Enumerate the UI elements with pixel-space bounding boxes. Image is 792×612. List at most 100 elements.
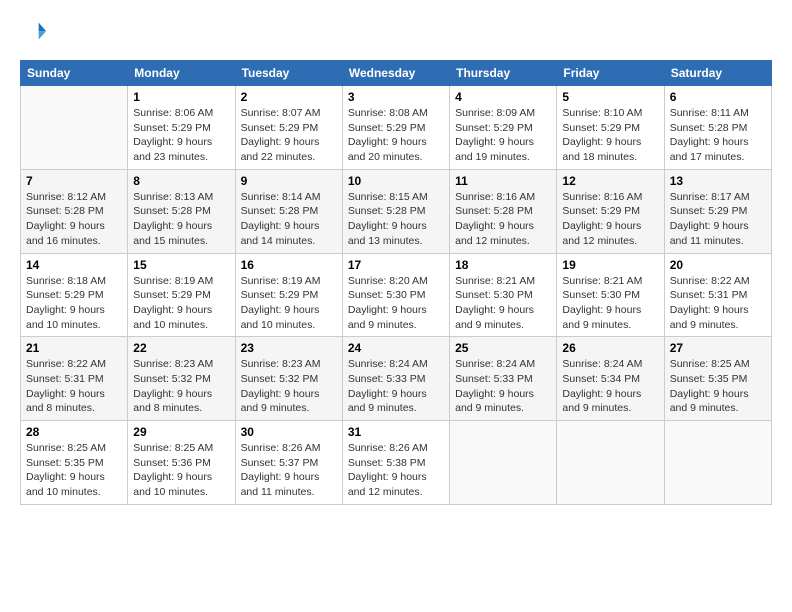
day-number: 14 [26,258,122,272]
day-info: Sunrise: 8:23 AMSunset: 5:32 PMDaylight:… [133,357,229,416]
calendar-cell: 9 Sunrise: 8:14 AMSunset: 5:28 PMDaylight… [235,169,342,253]
day-number: 10 [348,174,444,188]
calendar-cell: 27Sunrise: 8:25 AMSunset: 5:35 PMDayligh… [664,337,771,421]
day-number: 11 [455,174,551,188]
day-number: 4 [455,90,551,104]
calendar-cell: 5 Sunrise: 8:10 AMSunset: 5:29 PMDaylight… [557,86,664,170]
day-info: Sunrise: 8:10 AMSunset: 5:29 PMDaylight:… [562,106,658,165]
day-info: Sunrise: 8:12 AMSunset: 5:28 PMDaylight:… [26,190,122,249]
calendar-cell: 2 Sunrise: 8:07 AMSunset: 5:29 PMDaylight… [235,86,342,170]
day-info: Sunrise: 8:09 AMSunset: 5:29 PMDaylight:… [455,106,551,165]
day-info: Sunrise: 8:22 AMSunset: 5:31 PMDaylight:… [670,274,766,333]
day-number: 27 [670,341,766,355]
calendar-cell: 24 Sunrise: 8:24 AMSunset: 5:33 PMDayligh… [342,337,449,421]
week-row-2: 7 Sunrise: 8:12 AMSunset: 5:28 PMDaylight… [21,169,772,253]
day-info: Sunrise: 8:08 AMSunset: 5:29 PMDaylight:… [348,106,444,165]
day-number: 15 [133,258,229,272]
day-info: Sunrise: 8:23 AMSunset: 5:32 PMDaylight:… [241,357,337,416]
header-monday: Monday [128,61,235,86]
week-row-1: 1Sunrise: 8:06 AMSunset: 5:29 PMDaylight… [21,86,772,170]
day-info: Sunrise: 8:21 AMSunset: 5:30 PMDaylight:… [455,274,551,333]
day-number: 6 [670,90,766,104]
day-info: Sunrise: 8:16 AMSunset: 5:29 PMDaylight:… [562,190,658,249]
day-number: 30 [241,425,337,439]
day-number: 21 [26,341,122,355]
day-number: 12 [562,174,658,188]
day-info: Sunrise: 8:14 AMSunset: 5:28 PMDaylight:… [241,190,337,249]
calendar-cell [664,421,771,505]
day-info: Sunrise: 8:19 AMSunset: 5:29 PMDaylight:… [133,274,229,333]
calendar-cell: 6 Sunrise: 8:11 AMSunset: 5:28 PMDaylight… [664,86,771,170]
calendar-cell [450,421,557,505]
day-info: Sunrise: 8:26 AMSunset: 5:38 PMDaylight:… [348,441,444,500]
day-info: Sunrise: 8:25 AMSunset: 5:35 PMDaylight:… [26,441,122,500]
header-friday: Friday [557,61,664,86]
day-info: Sunrise: 8:22 AMSunset: 5:31 PMDaylight:… [26,357,122,416]
day-info: Sunrise: 8:07 AMSunset: 5:29 PMDaylight:… [241,106,337,165]
calendar-cell: 23Sunrise: 8:23 AMSunset: 5:32 PMDayligh… [235,337,342,421]
calendar-cell: 18 Sunrise: 8:21 AMSunset: 5:30 PMDayligh… [450,253,557,337]
calendar-cell: 8Sunrise: 8:13 AMSunset: 5:28 PMDaylight… [128,169,235,253]
day-info: Sunrise: 8:25 AMSunset: 5:36 PMDaylight:… [133,441,229,500]
calendar-cell: 4 Sunrise: 8:09 AMSunset: 5:29 PMDaylight… [450,86,557,170]
day-info: Sunrise: 8:11 AMSunset: 5:28 PMDaylight:… [670,106,766,165]
day-info: Sunrise: 8:19 AMSunset: 5:29 PMDaylight:… [241,274,337,333]
calendar-cell: 13 Sunrise: 8:17 AMSunset: 5:29 PMDayligh… [664,169,771,253]
day-number: 31 [348,425,444,439]
calendar-cell: 29 Sunrise: 8:25 AMSunset: 5:36 PMDayligh… [128,421,235,505]
calendar-cell: 16 Sunrise: 8:19 AMSunset: 5:29 PMDayligh… [235,253,342,337]
day-number: 16 [241,258,337,272]
logo-icon [20,18,48,46]
day-number: 24 [348,341,444,355]
calendar-cell: 31 Sunrise: 8:26 AMSunset: 5:38 PMDayligh… [342,421,449,505]
calendar-cell: 26 Sunrise: 8:24 AMSunset: 5:34 PMDayligh… [557,337,664,421]
day-number: 5 [562,90,658,104]
calendar-cell: 10Sunrise: 8:15 AMSunset: 5:28 PMDayligh… [342,169,449,253]
day-info: Sunrise: 8:17 AMSunset: 5:29 PMDaylight:… [670,190,766,249]
day-number: 17 [348,258,444,272]
day-info: Sunrise: 8:13 AMSunset: 5:28 PMDaylight:… [133,190,229,249]
day-number: 29 [133,425,229,439]
calendar-cell: 14Sunrise: 8:18 AMSunset: 5:29 PMDayligh… [21,253,128,337]
day-info: Sunrise: 8:21 AMSunset: 5:30 PMDaylight:… [562,274,658,333]
day-info: Sunrise: 8:24 AMSunset: 5:34 PMDaylight:… [562,357,658,416]
day-number: 22 [133,341,229,355]
header-saturday: Saturday [664,61,771,86]
day-number: 13 [670,174,766,188]
day-number: 18 [455,258,551,272]
calendar-cell: 15 Sunrise: 8:19 AMSunset: 5:29 PMDayligh… [128,253,235,337]
calendar-cell: 25 Sunrise: 8:24 AMSunset: 5:33 PMDayligh… [450,337,557,421]
logo [20,18,52,46]
day-number: 26 [562,341,658,355]
calendar-cell: 1Sunrise: 8:06 AMSunset: 5:29 PMDaylight… [128,86,235,170]
day-number: 9 [241,174,337,188]
page: SundayMondayTuesdayWednesdayThursdayFrid… [0,0,792,517]
day-number: 25 [455,341,551,355]
header-row: SundayMondayTuesdayWednesdayThursdayFrid… [21,61,772,86]
day-number: 20 [670,258,766,272]
day-number: 19 [562,258,658,272]
calendar-cell [557,421,664,505]
calendar-cell: 11 Sunrise: 8:16 AMSunset: 5:28 PMDayligh… [450,169,557,253]
calendar-cell [21,86,128,170]
calendar-cell: 21 Sunrise: 8:22 AMSunset: 5:31 PMDayligh… [21,337,128,421]
header-sunday: Sunday [21,61,128,86]
day-info: Sunrise: 8:16 AMSunset: 5:28 PMDaylight:… [455,190,551,249]
day-number: 3 [348,90,444,104]
calendar-cell: 30Sunrise: 8:26 AMSunset: 5:37 PMDayligh… [235,421,342,505]
calendar-cell: 12 Sunrise: 8:16 AMSunset: 5:29 PMDayligh… [557,169,664,253]
calendar-cell: 7 Sunrise: 8:12 AMSunset: 5:28 PMDaylight… [21,169,128,253]
calendar-cell: 17Sunrise: 8:20 AMSunset: 5:30 PMDayligh… [342,253,449,337]
day-number: 2 [241,90,337,104]
day-number: 7 [26,174,122,188]
calendar-body: 1Sunrise: 8:06 AMSunset: 5:29 PMDaylight… [21,86,772,505]
calendar-cell: 20 Sunrise: 8:22 AMSunset: 5:31 PMDayligh… [664,253,771,337]
calendar-cell: 3 Sunrise: 8:08 AMSunset: 5:29 PMDaylight… [342,86,449,170]
day-info: Sunrise: 8:24 AMSunset: 5:33 PMDaylight:… [455,357,551,416]
header-tuesday: Tuesday [235,61,342,86]
day-info: Sunrise: 8:24 AMSunset: 5:33 PMDaylight:… [348,357,444,416]
day-number: 1 [133,90,229,104]
day-number: 28 [26,425,122,439]
calendar-table: SundayMondayTuesdayWednesdayThursdayFrid… [20,60,772,505]
header-thursday: Thursday [450,61,557,86]
